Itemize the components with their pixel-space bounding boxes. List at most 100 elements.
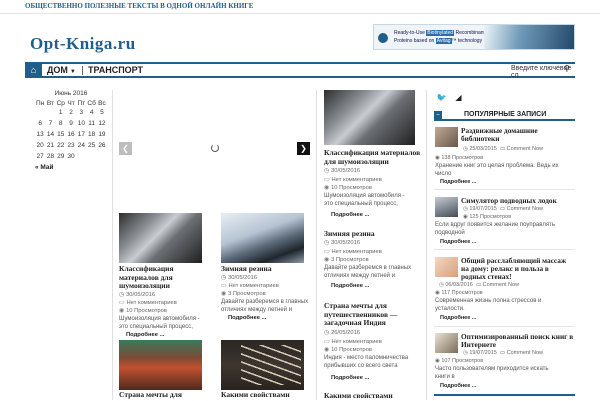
post-title[interactable]: Какими свойствами [221, 390, 306, 400]
site-logo[interactable]: Opt-Kniga.ru [30, 34, 136, 54]
popular-thumbnail[interactable] [435, 197, 458, 217]
popular-title[interactable]: Общий расслабляющий массаж на дому: рела… [461, 257, 575, 281]
popular-title[interactable]: Симулятор подводных лодок [461, 197, 573, 205]
next-widget-header [434, 394, 575, 400]
post-thumbnail[interactable] [324, 90, 415, 145]
calendar-day: 3 [79, 109, 84, 116]
read-more-link[interactable]: Подробнее ... [228, 315, 266, 321]
comment-icon: ▭ [324, 339, 330, 345]
read-more-link[interactable]: Подробнее ... [440, 383, 476, 389]
popular-title[interactable]: Раздвижные домашние библиотеки [461, 127, 573, 143]
post-title[interactable]: Классификация материалов для шумоизоляци… [324, 148, 422, 166]
post-thumbnail[interactable] [221, 340, 304, 390]
nav-item-dom[interactable]: ДОМ ▼ [47, 65, 76, 75]
top-bar: ОБЩЕСТВЕННО ПОЛЕЗНЫЕ ТЕКСТЫ В ОДНОЙ ОНЛА… [0, 0, 600, 14]
loading-spinner-icon [211, 144, 219, 152]
popular-thumbnail[interactable] [435, 257, 458, 277]
calendar-day: 1 [58, 109, 63, 116]
read-more-link[interactable]: Подробнее ... [440, 179, 476, 185]
ad-banner[interactable]: Ready-to-Use Biotinylated Recombinant Pr… [373, 24, 575, 50]
calendar-day: 13 [36, 131, 44, 138]
slider-prev-button[interactable]: ❮ [119, 142, 132, 155]
popular-views: ◉ 125 Просмотров [463, 214, 512, 220]
post-comments[interactable]: ▭ Нет комментариев [119, 300, 177, 306]
nav-item-transport[interactable]: ТРАНСПОРТ [88, 65, 143, 75]
eye-icon: ◉ [324, 347, 330, 353]
calendar-day: 22 [57, 142, 65, 149]
post-title[interactable]: Зимняя резина [221, 264, 301, 274]
read-more-link[interactable]: Подробнее ... [331, 212, 369, 218]
post-title[interactable]: Классификация материалов для шумоизоляци… [119, 264, 199, 291]
post-comments[interactable]: ▭ Нет комментариев [324, 339, 382, 345]
calendar-day [35, 108, 45, 117]
slider-next-button[interactable]: ❯ [297, 142, 310, 155]
calendar-day: 28 [46, 153, 55, 160]
post-date: ◷ 26/05/2016 [324, 330, 361, 336]
read-more-link[interactable]: Подробнее ... [331, 375, 369, 381]
popular-meta: ◷ 25/03/2015 ▭ Comment Now [463, 146, 544, 152]
eye-icon: ◉ [119, 308, 125, 314]
rss-icon[interactable]: ◢ [453, 92, 464, 103]
comment-icon: ▭ [475, 282, 483, 288]
popular-views: ◉ 107 Просмотров [435, 358, 484, 364]
calendar-day: 27 [36, 153, 44, 160]
calendar-weekdays: Пн Вт Ср Чт Пт Сб Вс [35, 99, 107, 108]
read-more-link[interactable]: Подробнее ... [126, 332, 164, 338]
post-views: ◉ 10 Просмотров [119, 308, 167, 314]
calendar-weekday: Чт [67, 100, 75, 107]
column-divider [112, 90, 113, 400]
post-thumbnail[interactable] [119, 213, 202, 263]
post-date: ◷ 30/05/2016 [221, 275, 258, 281]
column-divider [316, 90, 317, 400]
search-icon[interactable]: ⚲ [564, 64, 570, 73]
popular-excerpt: Часто пользователям приходится искать кн… [435, 366, 549, 380]
eye-icon: ◉ [324, 185, 330, 191]
comment-icon: ▭ [499, 350, 507, 356]
post-excerpt: Давайте разберемся в главных отличиях ме… [324, 265, 412, 279]
minus-icon[interactable]: – [434, 111, 442, 120]
home-icon[interactable]: ⌂ [25, 64, 42, 76]
post-thumbnail[interactable] [119, 340, 202, 390]
calendar-prev-link[interactable]: « Май [35, 164, 107, 171]
post-views: ◉ 3 Просмотров [324, 257, 369, 263]
calendar-day: 7 [48, 120, 53, 127]
read-more-link[interactable]: Подробнее ... [440, 315, 476, 321]
eye-icon: ◉ [324, 257, 330, 263]
calendar-day: 20 [36, 142, 44, 149]
post-comments[interactable]: ▭ Нет комментариев [324, 177, 382, 183]
popular-thumbnail[interactable] [435, 333, 458, 353]
post-title[interactable]: Страна мечты для путешественников — зага… [324, 301, 422, 328]
popular-excerpt: Хранение книг это целая проблема. Ведь и… [435, 163, 559, 177]
post-views: ◉ 10 Просмотров [324, 185, 372, 191]
post-comments[interactable]: ▭ Нет комментариев [324, 249, 382, 255]
post-date: ◷ 30/05/2016 [119, 292, 156, 298]
divider [434, 326, 575, 327]
comment-icon: ▭ [499, 206, 507, 212]
post-title[interactable]: Зимняя резина [324, 229, 422, 239]
post-thumbnail[interactable] [221, 213, 304, 263]
clock-icon: ◷ [324, 168, 330, 174]
nav-divider [82, 66, 83, 75]
calendar-day [86, 152, 96, 161]
site-tagline: ОБЩЕСТВЕННО ПОЛЕЗНЫЕ ТЕКСТЫ В ОДНОЙ ОНЛА… [25, 2, 254, 10]
calendar-day: 10 [77, 120, 85, 127]
main-nav: ⌂ ДОМ ▼ ТРАНСПОРТ Введите ключевое сл ⚲ [25, 62, 575, 79]
popular-excerpt: Если вдруг появится желание поуправлять … [435, 222, 555, 236]
read-more-link[interactable]: Подробнее ... [440, 239, 476, 245]
popular-thumbnail[interactable] [435, 127, 458, 147]
post-views: ◉ 3 Просмотров [221, 291, 266, 297]
twitter-icon[interactable]: 🐦 [436, 92, 447, 103]
read-more-link[interactable]: Подробнее ... [331, 283, 369, 289]
post-title[interactable]: Страна мечты для [119, 390, 204, 400]
eye-icon: ◉ [221, 291, 227, 297]
post-comments[interactable]: ▭ Нет комментариев [221, 283, 279, 289]
chevron-down-icon: ▼ [69, 69, 76, 75]
post-date: ◷ 30/05/2016 [324, 168, 361, 174]
post-title[interactable]: Какими свойствами [324, 391, 422, 401]
calendar-day: 30 [67, 153, 75, 160]
popular-meta: ◷ 19/07/2015 ▭ Comment Now [463, 350, 544, 356]
calendar-weekday: Ср [56, 100, 65, 107]
clock-icon: ◷ [324, 330, 330, 336]
post-excerpt: Индия - место паломничества прибывших со… [324, 355, 409, 369]
popular-title[interactable]: Оптимизированный поиск книг в Интернете [461, 333, 575, 349]
